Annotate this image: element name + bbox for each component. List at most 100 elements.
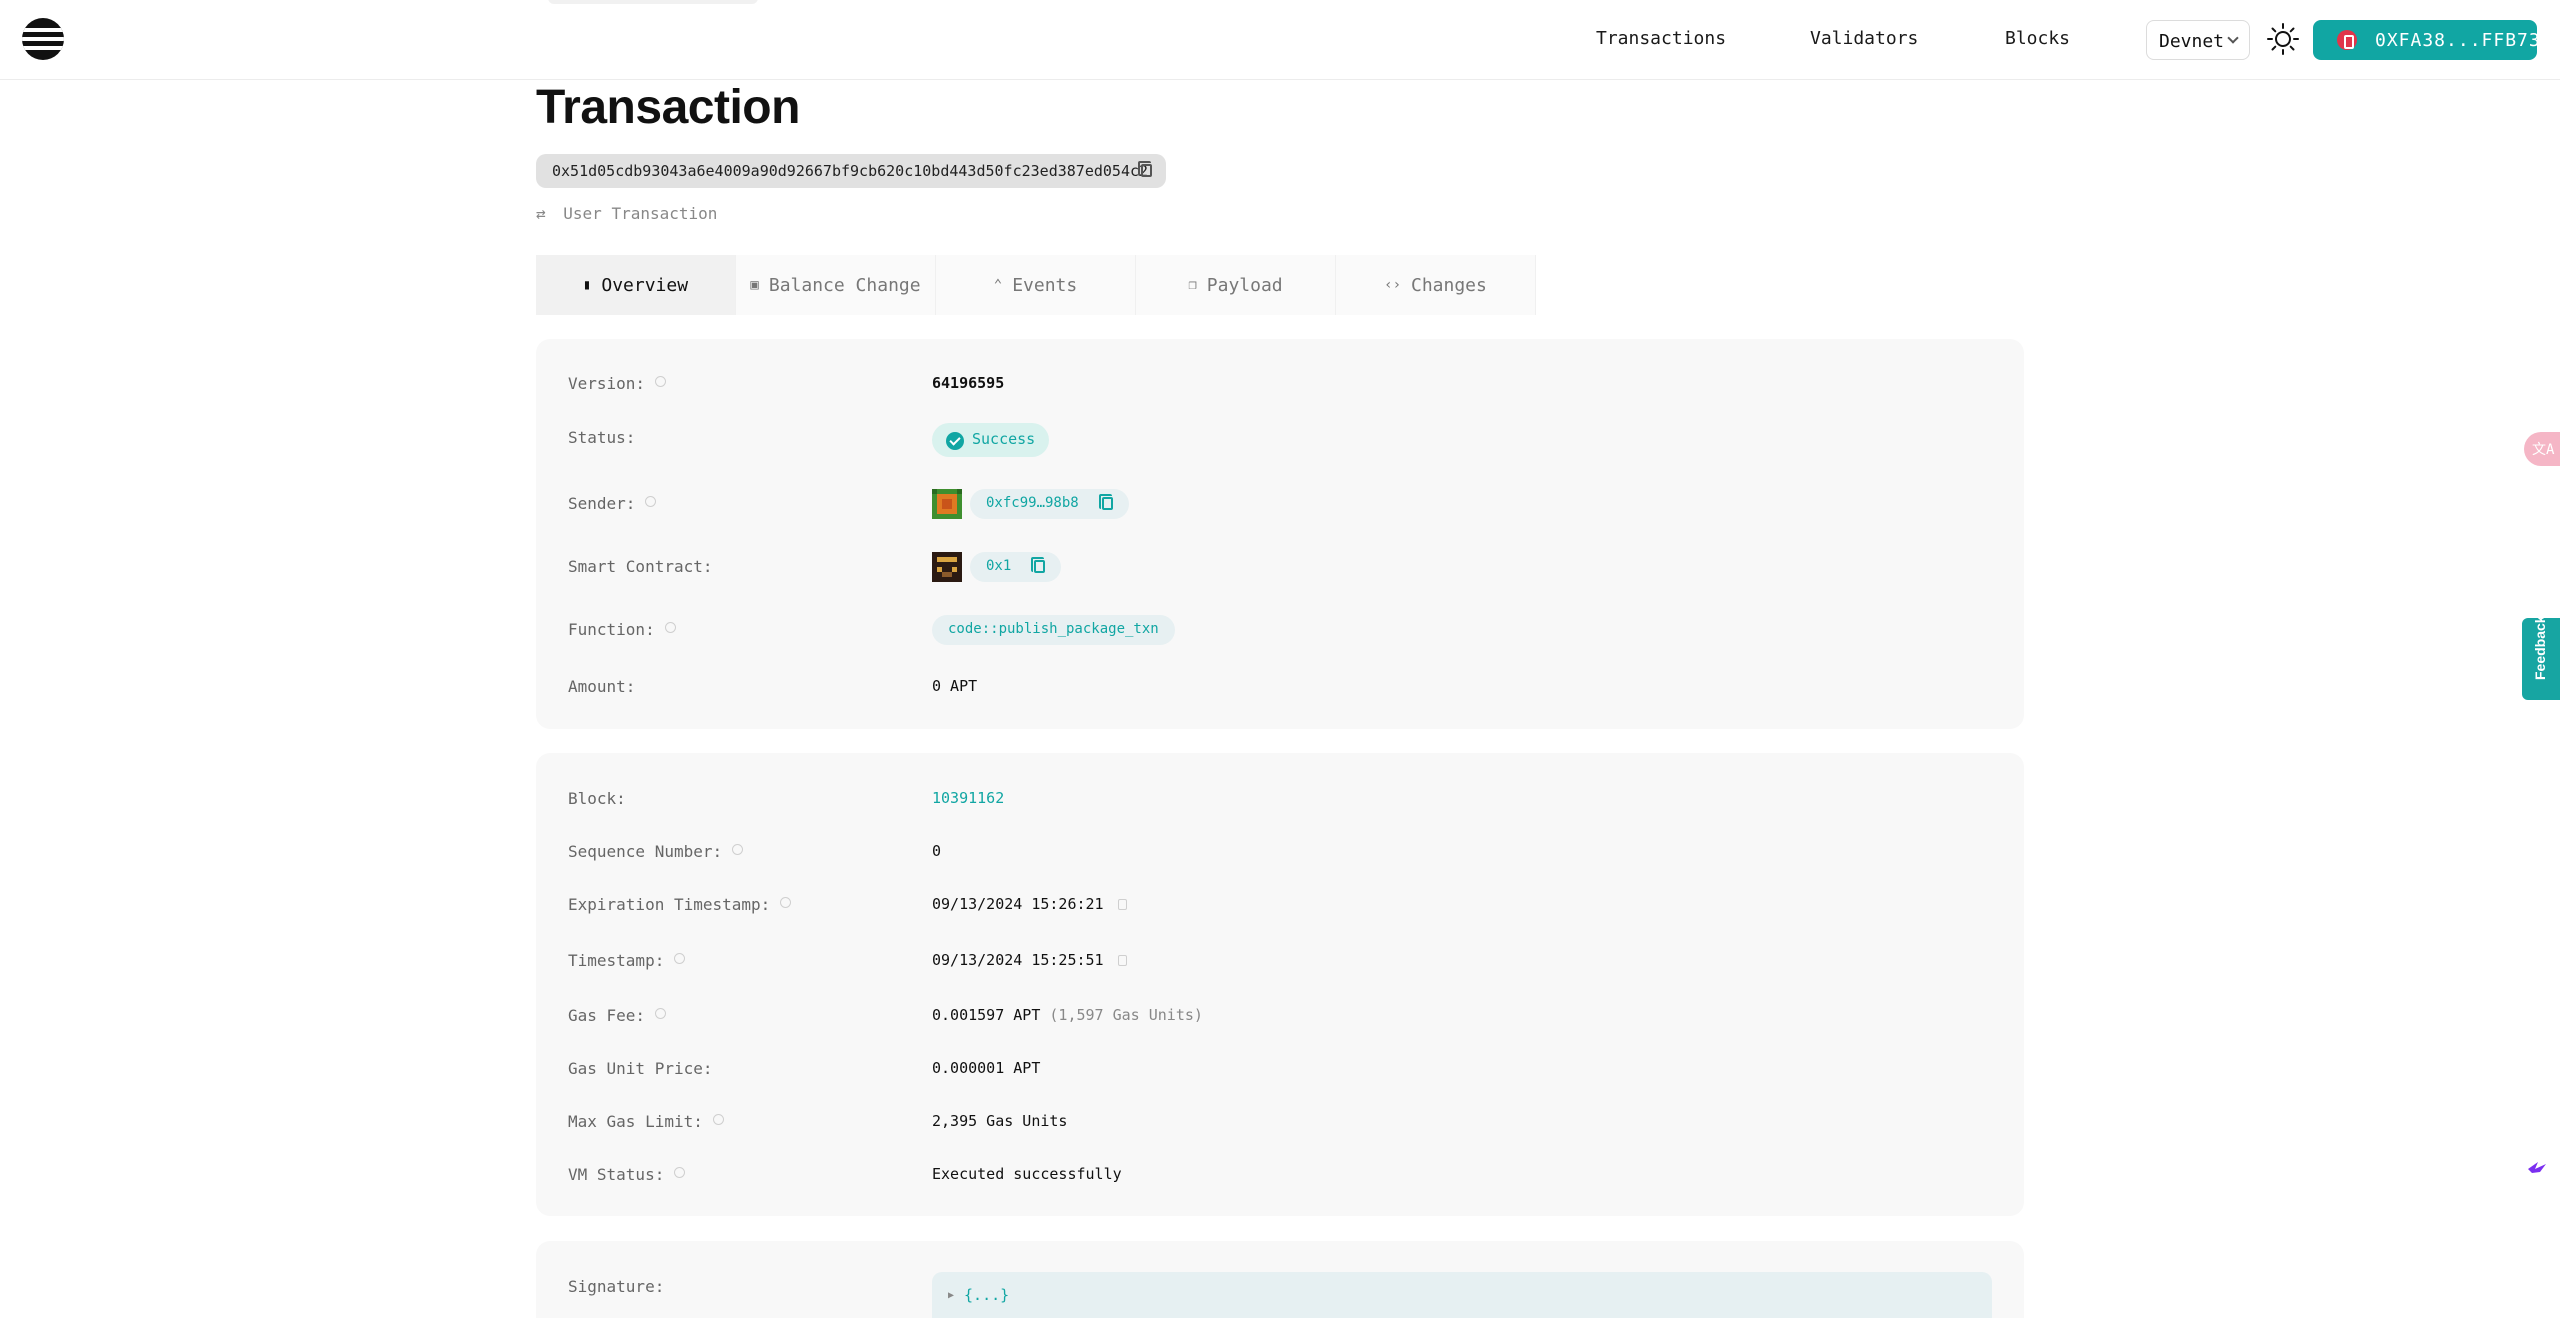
vm-status-row: VM Status: Executed successfully <box>568 1160 1992 1190</box>
function-chip[interactable]: code::publish_package_txn <box>932 615 1175 645</box>
sender-avatar <box>932 489 962 519</box>
version-row: Version: 64196595 <box>568 369 1992 399</box>
signature-row: Signature: ▶ {...} <box>568 1272 1992 1318</box>
overview-card: Version: 64196595 Status: Success Sender… <box>536 339 2024 729</box>
sender-address: 0xfc99…98b8 <box>986 495 1079 511</box>
sender-row: Sender: 0xfc99…98b8 <box>568 489 1992 519</box>
sender-address-chip[interactable]: 0xfc99…98b8 <box>970 489 1129 519</box>
timestamp-row: Timestamp: 09/13/2024 15:25:51 <box>568 946 1992 976</box>
payload-icon: ❐ <box>1188 277 1197 293</box>
info-icon[interactable] <box>655 376 667 387</box>
vm-status-value: Executed successfully <box>932 1165 1122 1183</box>
copy-icon[interactable] <box>1098 494 1113 514</box>
gas-unit-price-value: 0.000001 APT <box>932 1059 1041 1077</box>
signature-card: Signature: ▶ {...} <box>536 1241 2024 1318</box>
status-badge: Success <box>932 423 1050 457</box>
wallet-address: 0XFA38...FFB73 <box>2375 30 2541 51</box>
gas-unit-price-label: Gas Unit Price: <box>568 1059 713 1078</box>
details-card: Block: 10391162 Sequence Number: 0 Expir… <box>536 753 2024 1216</box>
network-select[interactable]: Devnet <box>2146 20 2250 60</box>
nav-transactions[interactable]: Transactions <box>1596 28 1726 49</box>
tab-balance-change-label: Balance Change <box>768 274 921 296</box>
signature-json-value: {...} <box>964 1286 1010 1304</box>
bird-logo-icon[interactable] <box>2526 1160 2548 1178</box>
sequence-number-row: Sequence Number: 0 <box>568 837 1992 867</box>
tab-events-label: Events <box>1012 274 1078 296</box>
nav-blocks[interactable]: Blocks <box>2005 28 2070 49</box>
tab-balance-change[interactable]: ▣ Balance Change <box>736 255 936 315</box>
contract-avatar <box>932 552 962 582</box>
tab-payload-label: Payload <box>1206 274 1283 296</box>
aptos-logo-icon[interactable] <box>22 18 64 60</box>
block-label: Block: <box>568 789 626 808</box>
copy-icon[interactable] <box>1117 955 1127 966</box>
info-icon[interactable] <box>645 496 657 507</box>
info-icon[interactable] <box>655 1008 667 1019</box>
gas-fee-row: Gas Fee: 0.001597 APT (1,597 Gas Units) <box>568 1001 1992 1031</box>
bar-chart-icon: ▮ <box>582 277 592 293</box>
transaction-hash-chip[interactable]: 0x51d05cdb93043a6e4009a90d92667bf9cb620c… <box>536 154 1166 188</box>
feedback-label: Feedback <box>2532 615 2548 680</box>
expiration-value: 09/13/2024 15:26:21 <box>932 895 1104 913</box>
function-row: Function: code::publish_package_txn <box>568 615 1992 645</box>
smart-contract-row: Smart Contract: 0x1 <box>568 552 1992 582</box>
page-title: Transaction <box>536 81 800 134</box>
chevron-down-icon <box>2227 32 2239 44</box>
copy-icon[interactable] <box>1138 161 1152 181</box>
info-icon[interactable] <box>780 897 792 908</box>
faded-breadcrumb <box>548 0 758 4</box>
amount-value: 0 APT <box>932 677 978 695</box>
translate-icon: 文A <box>2532 442 2555 458</box>
sun-icon[interactable] <box>2266 22 2300 56</box>
function-label: Function: <box>568 620 655 639</box>
transaction-type: ⇄ User Transaction <box>536 204 717 223</box>
network-select-value: Devnet <box>2159 31 2225 52</box>
signature-json-viewer[interactable]: ▶ {...} <box>932 1272 1992 1318</box>
status-row: Status: Success <box>568 423 1992 457</box>
gas-unit-price-row: Gas Unit Price: 0.000001 APT <box>568 1054 1992 1084</box>
info-icon[interactable] <box>712 1114 724 1125</box>
sender-label: Sender: <box>568 494 636 513</box>
sequence-number-value: 0 <box>932 842 942 860</box>
wallet-icon <box>2337 30 2357 50</box>
check-circle-icon <box>946 432 964 450</box>
nav-validators[interactable]: Validators <box>1810 28 1918 49</box>
feedback-tab-button[interactable]: Feedback <box>2522 615 2560 700</box>
info-icon[interactable] <box>664 622 676 633</box>
timestamp-value: 09/13/2024 15:25:51 <box>932 951 1104 969</box>
tab-overview[interactable]: ▮ Overview <box>536 255 736 315</box>
tab-events[interactable]: ⌃ Events <box>936 255 1136 315</box>
events-icon: ⌃ <box>993 277 1003 293</box>
translate-widget-button[interactable]: 文A <box>2524 432 2560 466</box>
info-icon[interactable] <box>732 844 744 855</box>
balance-icon: ▣ <box>750 277 759 293</box>
gas-fee-value: 0.001597 APT <box>932 1006 1041 1024</box>
transaction-hash: 0x51d05cdb93043a6e4009a90d92667bf9cb620c… <box>552 162 1149 180</box>
max-gas-value: 2,395 Gas Units <box>932 1112 1068 1130</box>
contract-address-chip[interactable]: 0x1 <box>970 552 1062 582</box>
copy-icon[interactable] <box>1117 899 1127 910</box>
info-icon[interactable] <box>674 1167 686 1178</box>
contract-address: 0x1 <box>986 558 1012 574</box>
wallet-button[interactable]: 0XFA38...FFB73 <box>2313 20 2540 60</box>
amount-row: Amount: 0 APT <box>568 672 1992 702</box>
vm-status-label: VM Status: <box>568 1165 665 1184</box>
signature-label: Signature: <box>568 1277 665 1296</box>
smart-contract-label: Smart Contract: <box>568 557 713 576</box>
info-icon[interactable] <box>674 953 686 964</box>
status-label: Status: <box>568 428 636 447</box>
gas-fee-label: Gas Fee: <box>568 1006 646 1025</box>
sequence-number-label: Sequence Number: <box>568 842 723 861</box>
tab-changes[interactable]: ‹› Changes <box>1336 255 1536 315</box>
tab-overview-label: Overview <box>601 274 689 296</box>
tab-payload[interactable]: ❐ Payload <box>1136 255 1336 315</box>
block-link[interactable]: 10391162 <box>932 789 1004 807</box>
status-value: Success <box>972 430 1036 448</box>
version-value: 64196595 <box>932 374 1005 392</box>
tab-bar: ▮ Overview ▣ Balance Change ⌃ Events ❐ P… <box>536 255 1536 315</box>
expiration-label: Expiration Timestamp: <box>568 895 771 914</box>
copy-icon[interactable] <box>1031 557 1046 577</box>
swap-arrows-icon: ⇄ <box>536 204 546 223</box>
expand-triangle-icon[interactable]: ▶ <box>948 1290 954 1301</box>
amount-label: Amount: <box>568 677 636 696</box>
